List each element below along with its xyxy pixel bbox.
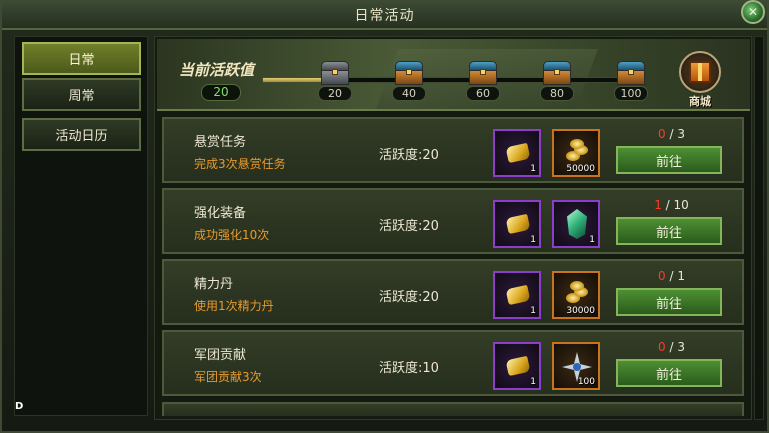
reward-slot[interactable]: 30000 <box>552 271 600 319</box>
close-icon[interactable]: ✕ <box>741 0 765 24</box>
task-total-count: 3 <box>677 127 685 141</box>
task-desc: 完成3次悬赏任务 <box>194 157 286 171</box>
sidebar: 日常 周常 活动日历 <box>14 36 148 416</box>
gold-ingot-icon <box>505 142 531 164</box>
task-done-count: 0 <box>658 340 666 354</box>
task-title: 强化装备 <box>194 206 247 221</box>
reward-count: 1 <box>530 377 536 387</box>
gold-coins-icon <box>562 139 592 165</box>
task-total-count: 1 <box>677 269 685 283</box>
go-button[interactable]: 前往 <box>616 217 722 245</box>
task-points: 活跃度:10 <box>379 361 439 376</box>
task-points: 活跃度:20 <box>379 148 439 163</box>
reward-count: 1 <box>530 306 536 316</box>
milestone-label: 100 <box>614 86 648 101</box>
reward-slot[interactable]: 1 <box>552 200 600 248</box>
reward-slot[interactable]: 1 <box>493 200 541 248</box>
task-progress: 0 / 3 <box>658 340 685 354</box>
chest-icon[interactable] <box>469 61 497 85</box>
task-title: 军团贡献 <box>194 348 247 363</box>
activity-progress-bar <box>262 77 644 83</box>
activity-header: 当前活跃值 20 20 40 60 80 100 商城 <box>157 39 750 111</box>
reward-count: 1 <box>589 235 595 245</box>
gift-box-icon <box>679 51 721 93</box>
shop-button[interactable]: 商城 <box>675 51 725 108</box>
reward-count: 50000 <box>566 164 595 174</box>
reward-slot[interactable]: 1 <box>493 342 541 390</box>
title-bar: 日常活动 ✕ <box>2 0 767 30</box>
reward-count: 100 <box>577 377 595 387</box>
gold-coins-icon <box>562 281 592 307</box>
chest-icon[interactable] <box>543 61 571 85</box>
task-row: 精力丹 使用1次精力丹 活跃度:20 1 30000 0 / 1 前往 <box>162 259 744 325</box>
task-total-count: 3 <box>677 340 685 354</box>
task-total-count: 10 <box>673 198 689 212</box>
go-button[interactable]: 前往 <box>616 288 722 316</box>
reward-count: 1 <box>530 164 536 174</box>
task-points: 活跃度:20 <box>379 290 439 305</box>
task-progress: 0 / 1 <box>658 269 685 283</box>
activity-value: 20 <box>201 84 241 101</box>
reward-slot[interactable]: 1 <box>493 129 541 177</box>
reward-slot[interactable]: 1 <box>493 271 541 319</box>
task-done-count: 0 <box>658 127 666 141</box>
milestone-label: 20 <box>318 86 352 101</box>
task-title: 悬赏任务 <box>194 135 247 150</box>
window-title: 日常活动 <box>354 8 415 24</box>
daily-activity-window: 日常活动 ✕ 日常 周常 活动日历 当前活跃值 20 20 40 60 80 1… <box>0 0 769 433</box>
task-row: 悬赏任务 完成3次悬赏任务 活跃度:20 1 50000 0 / 3 前往 <box>162 117 744 183</box>
tab-daily[interactable]: 日常 <box>22 42 141 75</box>
reward-count: 30000 <box>566 306 595 316</box>
main-panel: 当前活跃值 20 20 40 60 80 100 商城 悬赏任务 完成3次悬赏任… <box>154 36 752 420</box>
go-button[interactable]: 前往 <box>616 359 722 387</box>
chest-icon[interactable] <box>617 61 645 85</box>
green-gem-icon <box>567 209 587 239</box>
reward-slot[interactable]: 100 <box>552 342 600 390</box>
gold-ingot-icon <box>505 355 531 377</box>
task-row: 强化装备 成功强化10次 活跃度:20 1 1 1 / 10 前往 <box>162 188 744 254</box>
reward-slot[interactable]: 50000 <box>552 129 600 177</box>
go-button[interactable]: 前往 <box>616 146 722 174</box>
task-desc: 军团贡献3次 <box>194 370 262 384</box>
task-desc: 使用1次精力丹 <box>194 299 274 313</box>
task-progress: 0 / 3 <box>658 127 685 141</box>
chest-icon[interactable] <box>321 61 349 85</box>
milestone-label: 60 <box>466 86 500 101</box>
chest-icon[interactable] <box>395 61 423 85</box>
gold-ingot-icon <box>505 213 531 235</box>
scrollbar[interactable] <box>754 36 764 420</box>
task-desc: 成功强化10次 <box>194 228 270 242</box>
task-done-count: 0 <box>658 269 666 283</box>
task-points: 活跃度:20 <box>379 219 439 234</box>
milestone-label: 80 <box>540 86 574 101</box>
milestone-label: 40 <box>392 86 426 101</box>
shop-label: 商城 <box>689 95 711 108</box>
gold-ingot-icon <box>505 284 531 306</box>
tab-weekly[interactable]: 周常 <box>22 78 141 111</box>
task-progress: 1 / 10 <box>654 198 689 212</box>
reward-count: 1 <box>530 235 536 245</box>
task-row: 军团贡献 军团贡献3次 活跃度:10 1 100 0 / 3 前往 <box>162 330 744 396</box>
corner-mark: D <box>15 401 24 412</box>
task-done-count: 1 <box>654 198 662 212</box>
tab-event-calendar[interactable]: 活动日历 <box>22 118 141 151</box>
task-title: 精力丹 <box>194 277 234 292</box>
activity-label: 当前活跃值 <box>179 61 255 79</box>
task-row-partial <box>162 402 744 416</box>
